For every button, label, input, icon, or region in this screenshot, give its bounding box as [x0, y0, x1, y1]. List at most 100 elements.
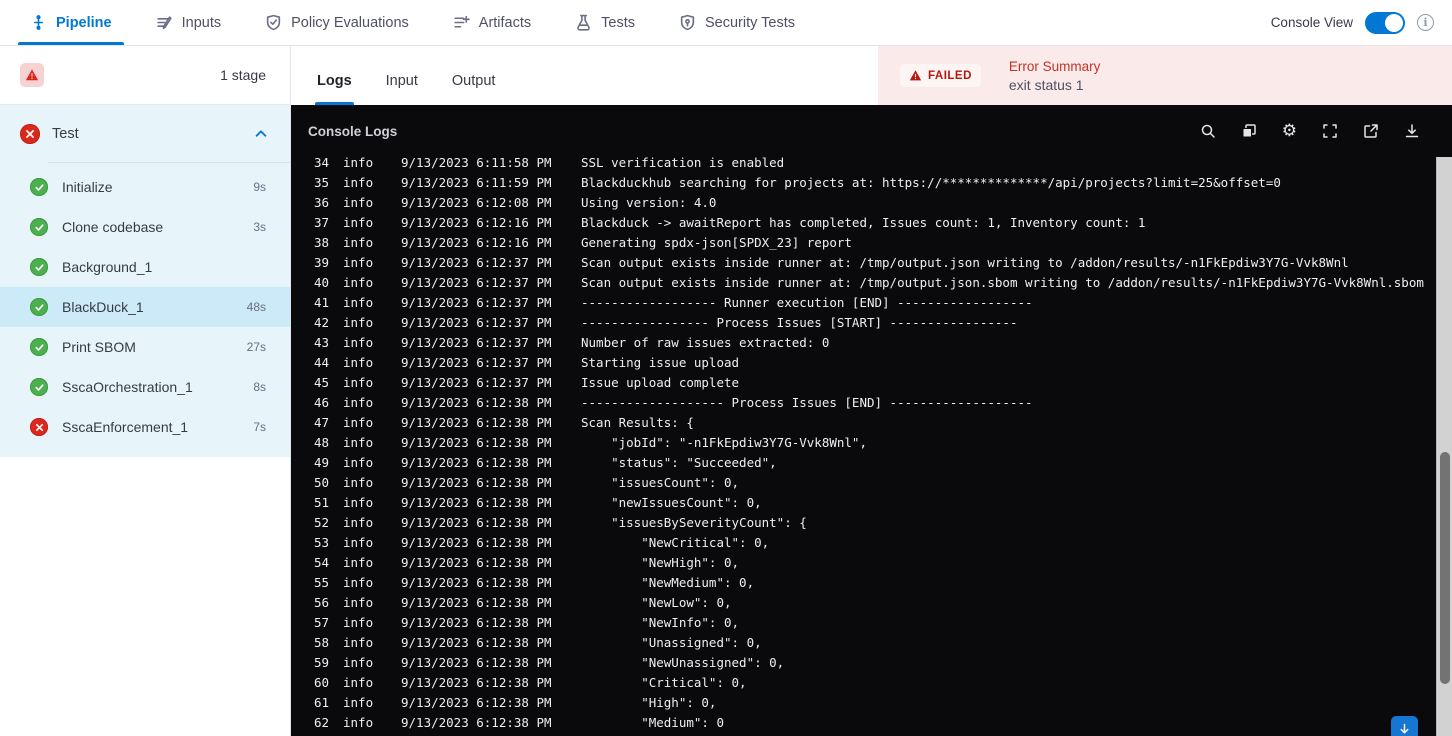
- log-message: "NewMedium": 0,: [581, 574, 755, 590]
- log-message: Scan output exists inside runner at: /tm…: [581, 274, 1424, 290]
- success-check-icon: [30, 338, 48, 356]
- log-timestamp: 9/13/2023 6:12:37 PM: [401, 254, 552, 270]
- log-message: ------------------ Runner execution [END…: [581, 294, 1033, 310]
- top-nav-tab-policy-evaluations[interactable]: Policy Evaluations: [265, 0, 431, 45]
- log-line-62: 62 info 9/13/2023 6:12:38 PM "Medium": 0: [307, 712, 1452, 732]
- log-line-number: 41: [313, 294, 329, 310]
- copy-icon[interactable]: [1241, 123, 1257, 139]
- info-icon[interactable]: i: [1417, 14, 1434, 31]
- log-line-37: 37 info 9/13/2023 6:12:16 PM Blackduck -> a…: [307, 212, 1452, 232]
- log-line-number: 51: [313, 494, 329, 510]
- tab-output[interactable]: Output: [450, 73, 498, 105]
- log-message: "NewInfo": 0,: [581, 614, 740, 630]
- top-nav-tab-tests[interactable]: Tests: [575, 0, 657, 45]
- log-line-number: 59: [313, 654, 329, 670]
- step-row-sscaorchestration-1[interactable]: SscaOrchestration_1 8s: [0, 367, 290, 407]
- log-tabs: Logs Input Output: [291, 46, 878, 105]
- search-icon[interactable]: [1200, 123, 1216, 139]
- log-message: Scan output exists inside runner at: /tm…: [581, 254, 1349, 270]
- log-message: "Critical": 0,: [581, 674, 747, 690]
- settings-gear-icon[interactable]: ⚙: [1282, 123, 1297, 140]
- log-level: info: [343, 474, 374, 490]
- log-line-42: 42 info 9/13/2023 6:12:37 PM --------------…: [307, 312, 1452, 332]
- log-line-number: 37: [313, 214, 329, 230]
- log-timestamp: 9/13/2023 6:12:38 PM: [401, 394, 552, 410]
- stage-row-test[interactable]: Test: [0, 105, 290, 162]
- success-check-icon: [30, 298, 48, 316]
- log-level: info: [343, 694, 374, 710]
- console-scrollbar-thumb[interactable]: [1440, 452, 1450, 684]
- log-line-34: 34 info 9/13/2023 6:11:58 PM SSL verificati…: [307, 157, 1452, 172]
- step-row-background-1[interactable]: Background_1: [0, 247, 290, 287]
- pipeline-warning-icon: [20, 63, 44, 87]
- log-message: Issue upload complete: [581, 374, 740, 390]
- step-row-print-sbom[interactable]: Print SBOM 27s: [0, 327, 290, 367]
- log-level: info: [343, 234, 374, 250]
- log-message: Blackduckhub searching for projects at: …: [581, 174, 1281, 190]
- open-in-new-icon[interactable]: [1363, 123, 1379, 139]
- top-nav-tab-artifacts[interactable]: Artifacts: [453, 0, 553, 45]
- step-duration: 27s: [246, 340, 266, 354]
- log-message: ----------------- Process Issues [START]…: [581, 314, 1018, 330]
- console-title: Console Logs: [308, 123, 398, 139]
- top-nav-tab-pipeline[interactable]: Pipeline: [18, 0, 134, 45]
- pipeline-icon: [30, 14, 47, 31]
- step-row-initialize[interactable]: Initialize 9s: [0, 167, 290, 207]
- log-line-number: 55: [313, 574, 329, 590]
- step-row-sscaenforcement-1[interactable]: SscaEnforcement_1 7s: [0, 407, 290, 447]
- log-message: "Unassigned": 0,: [581, 634, 762, 650]
- step-duration: 7s: [253, 420, 266, 434]
- log-line-number: 42: [313, 314, 329, 330]
- log-line-number: 36: [313, 194, 329, 210]
- log-line-47: 47 info 9/13/2023 6:12:38 PM Scan Results: …: [307, 412, 1452, 432]
- top-nav-tab-inputs[interactable]: Inputs: [156, 0, 244, 45]
- log-level: info: [343, 454, 374, 470]
- log-timestamp: 9/13/2023 6:12:38 PM: [401, 554, 552, 570]
- log-line-45: 45 info 9/13/2023 6:12:37 PM Issue upload c…: [307, 372, 1452, 392]
- log-line-number: 62: [313, 714, 329, 730]
- log-line-44: 44 info 9/13/2023 6:12:37 PM Starting issue…: [307, 352, 1452, 372]
- log-message: "High": 0,: [581, 694, 717, 710]
- log-line-number: 53: [313, 534, 329, 550]
- step-name: Clone codebase: [62, 219, 164, 235]
- download-icon[interactable]: [1404, 123, 1420, 139]
- log-level: info: [343, 714, 374, 730]
- chevron-up-icon[interactable]: [254, 127, 268, 141]
- log-line-48: 48 info 9/13/2023 6:12:38 PM "jobId": "-n1…: [307, 432, 1452, 452]
- failed-status-icon: [20, 123, 40, 144]
- scroll-to-bottom-button[interactable]: [1391, 716, 1418, 736]
- log-timestamp: 9/13/2023 6:12:37 PM: [401, 334, 552, 350]
- step-name: Print SBOM: [62, 339, 136, 355]
- success-check-icon: [30, 218, 48, 236]
- step-row-blackduck-1[interactable]: BlackDuck_1 48s: [0, 287, 290, 327]
- step-name: SscaEnforcement_1: [62, 419, 189, 435]
- log-level: info: [343, 374, 374, 390]
- top-nav-tab-label: Pipeline: [56, 14, 112, 31]
- log-timestamp: 9/13/2023 6:12:38 PM: [401, 514, 552, 530]
- console-view-toggle[interactable]: [1365, 11, 1405, 34]
- log-level: info: [343, 254, 374, 270]
- tab-logs[interactable]: Logs: [315, 73, 354, 105]
- log-line-41: 41 info 9/13/2023 6:12:37 PM --------------…: [307, 292, 1452, 312]
- log-level: info: [343, 174, 374, 190]
- stage-header: 1 stage: [0, 46, 290, 105]
- console-logs-panel: Console Logs ⚙ 34 info 9/13/2023 6:11:58 P…: [291, 105, 1452, 736]
- log-timestamp: 9/13/2023 6:12:38 PM: [401, 674, 552, 690]
- log-line-number: 61: [313, 694, 329, 710]
- log-message: Scan Results: {: [581, 414, 694, 430]
- log-line-number: 54: [313, 554, 329, 570]
- log-line-number: 58: [313, 634, 329, 650]
- console-scrollbar[interactable]: [1436, 157, 1452, 736]
- divider: [48, 162, 290, 163]
- console-header: Console Logs ⚙: [291, 105, 1452, 157]
- fullscreen-icon[interactable]: [1322, 123, 1338, 139]
- step-row-clone-codebase[interactable]: Clone codebase 3s: [0, 207, 290, 247]
- top-nav-tab-label: Tests: [601, 14, 635, 31]
- inputs-icon: [156, 14, 173, 31]
- log-line-60: 60 info 9/13/2023 6:12:38 PM "Critical": 0…: [307, 672, 1452, 692]
- log-timestamp: 9/13/2023 6:12:38 PM: [401, 654, 552, 670]
- log-message: "status": "Succeeded",: [581, 454, 777, 470]
- top-nav-tab-security-tests[interactable]: Security Tests: [679, 0, 817, 45]
- step-duration: 3s: [253, 220, 266, 234]
- tab-input[interactable]: Input: [384, 73, 420, 105]
